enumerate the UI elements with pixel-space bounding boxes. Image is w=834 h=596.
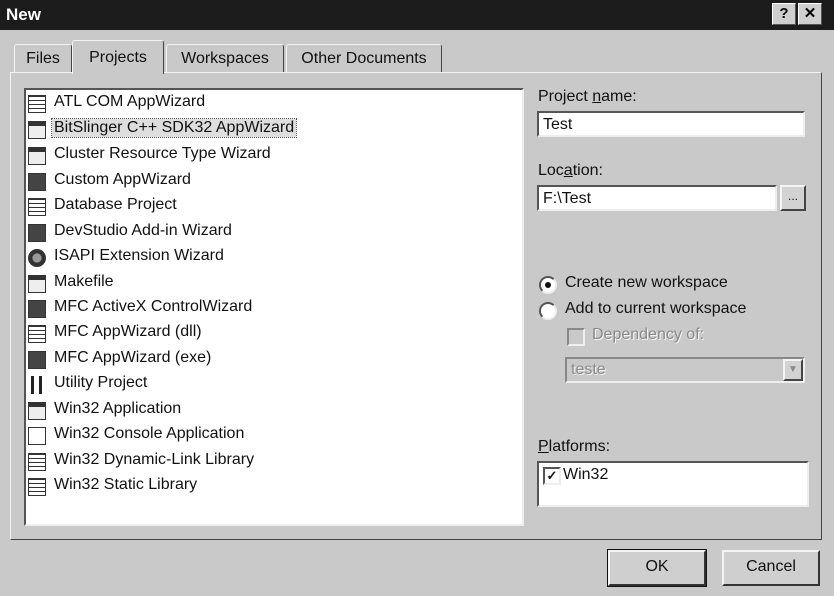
tab-workspaces[interactable]: Workspaces	[166, 44, 284, 73]
console-app-icon	[28, 427, 46, 445]
list-item-label: DevStudio Add-in Wizard	[54, 222, 232, 239]
list-item-makefile[interactable]: Makefile	[28, 272, 328, 294]
add-to-current-workspace-label[interactable]: Add to current workspace	[565, 300, 746, 318]
chevron-down-icon[interactable]: ▼	[783, 359, 803, 381]
list-item-label: MFC AppWizard (exe)	[54, 349, 212, 366]
devstudio-addin-icon	[28, 224, 46, 242]
help-button[interactable]: ?	[772, 3, 796, 25]
platform-win32-checkbox[interactable]: ✓	[543, 467, 561, 485]
tab-projects[interactable]: Projects	[72, 40, 164, 74]
list-item-label: BitSlinger C++ SDK32 AppWizard	[50, 118, 298, 138]
list-item-label: Utility Project	[54, 374, 148, 391]
list-item-win32-static-library[interactable]: Win32 Static Library	[28, 475, 328, 497]
dependency-checkbox[interactable]	[567, 328, 585, 346]
create-new-workspace-label[interactable]: Create new workspace	[565, 274, 728, 292]
platform-win32-label: Win32	[563, 466, 609, 483]
list-item-label: MFC AppWizard (dll)	[54, 323, 202, 340]
list-item-label: ATL COM AppWizard	[54, 93, 206, 110]
static-library-icon	[28, 478, 46, 496]
list-item-devstudio-addin[interactable]: DevStudio Add-in Wizard	[28, 221, 328, 243]
list-item-isapi-extension[interactable]: ISAPI Extension Wizard	[28, 246, 328, 268]
list-item-win32-console[interactable]: Win32 Console Application	[28, 424, 328, 446]
location-input[interactable]: F:\Test	[537, 185, 777, 211]
dependency-combo-value: teste	[571, 361, 606, 378]
mfc-exe-icon	[28, 351, 46, 369]
list-item-label: Win32 Application	[54, 400, 182, 417]
mfc-dll-icon	[28, 325, 46, 343]
atl-com-icon	[28, 95, 46, 113]
list-item-label: Makefile	[54, 273, 114, 290]
window-title: New	[6, 5, 41, 24]
browse-button[interactable]: ...	[780, 185, 806, 211]
list-item-label: MFC ActiveX ControlWizard	[54, 298, 253, 315]
list-item-label: Cluster Resource Type Wizard	[54, 145, 271, 162]
win32-app-icon	[28, 402, 46, 420]
list-item-mfc-appwizard-exe[interactable]: MFC AppWizard (exe)	[28, 348, 328, 370]
dependency-label: Dependency of:	[592, 326, 705, 343]
ok-button[interactable]: OK	[607, 549, 707, 587]
title-bar: New ? ✕	[0, 0, 834, 30]
cluster-wizard-icon	[28, 147, 46, 165]
tab-other-documents[interactable]: Other Documents	[286, 44, 442, 73]
list-item-win32-application[interactable]: Win32 Application	[28, 399, 328, 421]
list-item-database-project[interactable]: Database Project	[28, 195, 328, 217]
list-item-bitslinger-appwizard[interactable]: BitSlinger C++ SDK32 AppWizard	[28, 118, 328, 140]
list-item-win32-dll[interactable]: Win32 Dynamic-Link Library	[28, 450, 328, 472]
dependency-combo[interactable]: teste ▼	[565, 357, 805, 383]
isapi-globe-icon	[28, 249, 46, 267]
dll-icon	[28, 453, 46, 471]
mfc-activex-icon	[28, 300, 46, 318]
add-to-current-workspace-radio[interactable]	[539, 302, 557, 320]
list-item-custom-appwizard[interactable]: Custom AppWizard	[28, 170, 328, 192]
project-name-input[interactable]: Test	[537, 111, 805, 137]
list-item-cluster-resource-wizard[interactable]: Cluster Resource Type Wizard	[28, 144, 328, 166]
platforms-list[interactable]: ✓ Win32	[537, 461, 809, 507]
list-item-label: Custom AppWizard	[54, 171, 191, 188]
project-type-list[interactable]: ATL COM AppWizard BitSlinger C++ SDK32 A…	[24, 88, 524, 526]
bitslinger-wizard-icon	[28, 121, 46, 139]
list-item-atl-com-appwizard[interactable]: ATL COM AppWizard	[28, 92, 328, 114]
project-name-label: Project name:	[538, 88, 637, 105]
list-item-mfc-activex[interactable]: MFC ActiveX ControlWizard	[28, 297, 328, 319]
platforms-label: Platforms:	[538, 438, 611, 455]
list-item-label: Win32 Console Application	[54, 425, 245, 442]
create-new-workspace-radio[interactable]	[539, 276, 557, 294]
utility-tools-icon	[28, 376, 46, 394]
close-button[interactable]: ✕	[798, 3, 822, 25]
database-project-icon	[28, 198, 46, 216]
location-label: Location:	[538, 162, 603, 179]
cancel-button[interactable]: Cancel	[722, 550, 820, 586]
list-item-label: Database Project	[54, 196, 177, 213]
list-item-label: Win32 Dynamic-Link Library	[54, 451, 255, 468]
list-item-label: ISAPI Extension Wizard	[54, 247, 224, 264]
list-item-mfc-appwizard-dll[interactable]: MFC AppWizard (dll)	[28, 322, 328, 344]
list-item-label: Win32 Static Library	[54, 476, 198, 493]
tab-files[interactable]: Files	[14, 44, 72, 73]
custom-appwizard-icon	[28, 173, 46, 191]
list-item-utility-project[interactable]: Utility Project	[28, 373, 328, 395]
makefile-icon	[28, 275, 46, 293]
